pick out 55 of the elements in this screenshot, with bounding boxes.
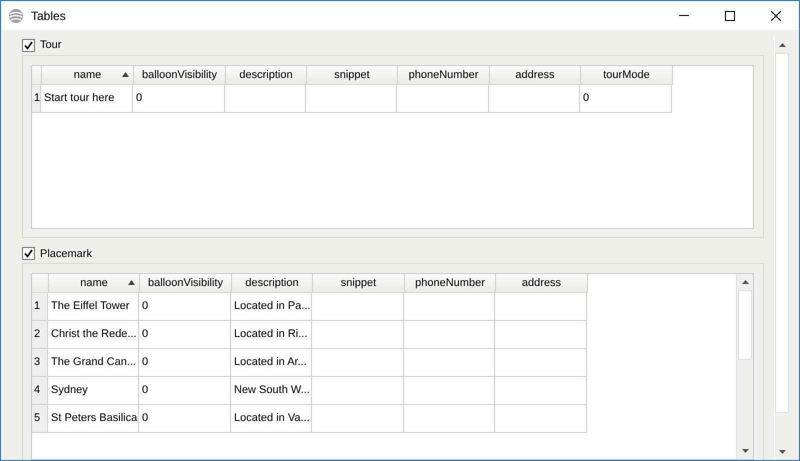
globe-icon [8,8,24,24]
column-header[interactable]: address [496,274,588,292]
table-cell: Sydney [48,376,139,404]
column-header[interactable]: balloonVisibility [134,66,226,84]
sort-arrow-icon [128,280,135,285]
table-cell: 0 [580,84,672,112]
column-header[interactable]: snippet [313,274,405,292]
scroll-up-icon [778,43,786,47]
table-cell: New South W... [231,376,312,404]
table-cell: Christ the Rede... [48,320,139,348]
column-header[interactable]: name [42,66,134,84]
close-icon [771,10,781,20]
scrollbar[interactable] [736,274,753,459]
table-cell: Located in Va... [231,404,312,432]
minimize-icon [679,15,689,16]
sort-arrow-icon [122,72,129,77]
table-cell: Located in Ri... [231,320,312,348]
column-header[interactable]: phoneNumber [398,66,490,84]
column-header[interactable]: tourMode [581,66,673,84]
row-number: 1 [32,292,48,320]
column-header[interactable]: name [49,274,140,292]
table-cell: 0 [139,292,231,320]
table-cell: The Grand Can... [48,348,139,376]
row-number: 3 [32,348,48,376]
table-cell: 0 [139,320,231,348]
column-header[interactable]: description [226,66,307,84]
group-label: Tour [40,39,62,52]
scroll-up-icon [742,280,748,284]
scrollbar-thumb[interactable] [738,290,752,360]
table-cell: Located in Pa... [231,292,312,320]
row-number: 4 [32,376,48,404]
row-number: 2 [32,320,48,348]
row-number: 5 [32,404,48,432]
table-cell: St Peters Basilica [48,404,139,432]
column-header[interactable]: snippet [307,66,398,84]
table-cell: 0 [139,376,231,404]
scroll-down-icon [742,449,748,453]
maximize-icon [725,10,735,20]
row-number: 1 [32,84,41,112]
table-cell: Located in Ar... [231,348,312,376]
column-header[interactable]: description [232,274,313,292]
table-cell: 0 [139,348,231,376]
table-cell: The Eiffel Tower [48,292,139,320]
table-cell: Start tour here [41,84,133,112]
scroll-down-icon [778,450,786,454]
table-cell: 0 [139,404,231,432]
column-header[interactable]: phoneNumber [405,274,496,292]
table-cell: 0 [133,84,225,112]
window-title: Tables [31,8,67,22]
column-header[interactable]: balloonVisibility [140,274,232,292]
group-label: Placemark [40,248,92,260]
checkbox[interactable] [22,247,35,260]
column-header[interactable]: address [490,66,581,84]
checkbox[interactable] [22,38,35,52]
scrollbar-thumb[interactable] [775,53,789,413]
